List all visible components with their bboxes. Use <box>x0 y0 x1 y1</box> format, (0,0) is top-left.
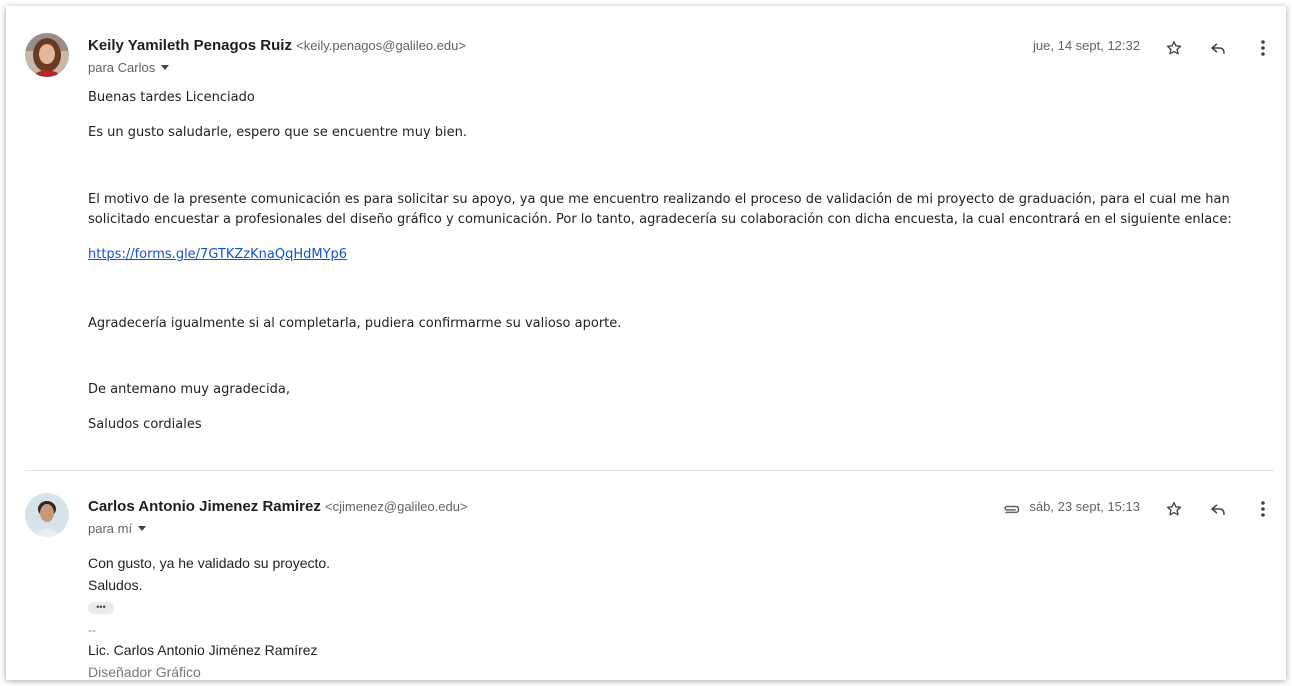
reply-icon[interactable] <box>1206 36 1230 60</box>
attachment-icon <box>999 497 1023 521</box>
greeting-line: Buenas tardes Licenciado <box>88 90 255 105</box>
signoff-line: Saludos cordiales <box>88 417 202 432</box>
star-icon[interactable] <box>1162 36 1186 60</box>
sender-name[interactable]: Carlos Antonio Jimenez Ramirez <box>88 498 321 515</box>
caret-down-icon <box>161 65 170 70</box>
signature-title: Diseñador Gráfico <box>88 664 201 680</box>
sender: Keily Yamileth Penagos Ruiz <keily.penag… <box>88 37 466 54</box>
message-1: Keily Yamileth Penagos Ruiz <keily.penag… <box>6 6 1286 470</box>
message-date: jue, 14 sept, 12:32 <box>1033 38 1140 53</box>
more-vert-icon[interactable] <box>1251 497 1275 521</box>
signature-name: Lic. Carlos Antonio Jiménez Ramírez <box>88 642 318 658</box>
star-icon[interactable] <box>1162 497 1186 521</box>
more-vert-icon[interactable] <box>1251 36 1275 60</box>
message-2: Carlos Antonio Jimenez Ramirez <cjimenez… <box>6 471 1286 680</box>
recipient-label: para mí <box>88 521 133 536</box>
recipient-label: para Carlos <box>88 60 156 75</box>
survey-link[interactable]: https://forms.gle/7GTKZzKnaQqHdMYp6 <box>88 247 347 262</box>
signature-separator: -- <box>88 623 96 637</box>
body-line: Saludos. <box>88 577 143 593</box>
message-date: sáb, 23 sept, 15:13 <box>1029 499 1140 514</box>
body-line: Con gusto, ya he validado su proyecto. <box>88 555 331 571</box>
survey-link-line: https://forms.gle/7GTKZzKnaQqHdMYp6 <box>88 245 1268 265</box>
caret-down-icon <box>138 526 147 531</box>
closing-line: De antemano muy agradecida, <box>88 382 291 397</box>
sender-name[interactable]: Keily Yamileth Penagos Ruiz <box>88 37 292 54</box>
sender: Carlos Antonio Jimenez Ramirez <cjimenez… <box>88 498 468 515</box>
avatar[interactable] <box>25 33 69 77</box>
recipient-toggle[interactable]: para mí <box>88 521 147 536</box>
reply-icon[interactable] <box>1206 497 1230 521</box>
show-trimmed-content-button[interactable]: ••• <box>88 602 114 614</box>
body-line: Agradecería igualmente si al completarla… <box>88 316 622 331</box>
email-thread: Keily Yamileth Penagos Ruiz <keily.penag… <box>6 6 1286 680</box>
body-line: Es un gusto saludarle, espero que se enc… <box>88 125 468 140</box>
sender-email: <keily.penagos@galileo.edu> <box>296 38 466 53</box>
recipient-toggle[interactable]: para Carlos <box>88 60 170 75</box>
avatar[interactable] <box>25 493 69 537</box>
body-paragraph: El motivo de la presente comunicación es… <box>88 192 1232 227</box>
sender-email: <cjimenez@galileo.edu> <box>325 499 468 514</box>
